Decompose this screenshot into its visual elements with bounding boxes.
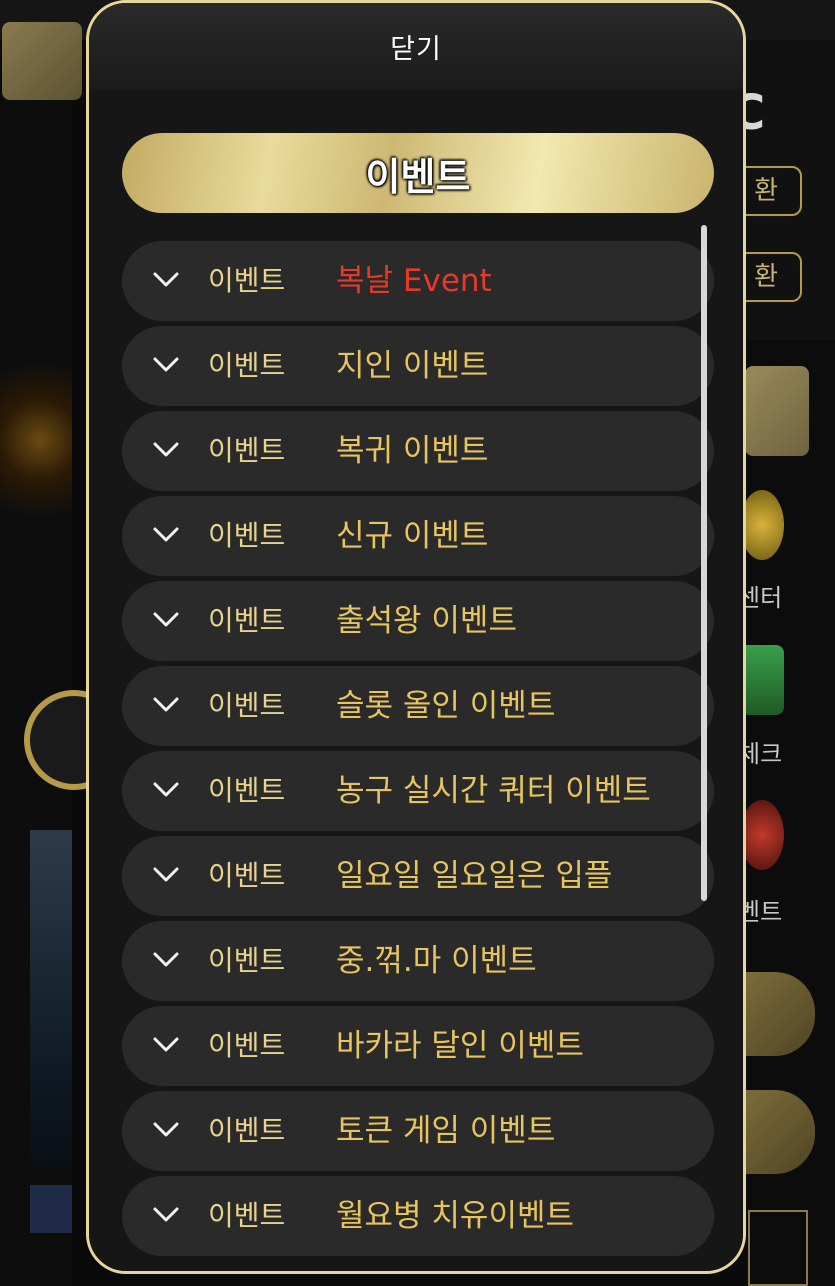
event-title: 지인 이벤트	[336, 348, 489, 384]
modal-body: 이벤트 이벤트 복날 Event 이벤트 지인 이벤트 이벤트 복귀 이벤트 이…	[89, 89, 743, 1271]
chevron-down-icon	[153, 612, 179, 627]
event-item[interactable]: 이벤트 복귀 이벤트	[122, 411, 714, 491]
event-title: 일요일 일요일은 입플	[336, 858, 613, 894]
chevron-down-icon	[153, 867, 179, 882]
event-item[interactable]: 이벤트 일요일 일요일은 입플	[122, 836, 714, 916]
event-category: 이벤트	[208, 519, 286, 552]
title-banner: 이벤트	[122, 133, 714, 213]
background-left-button[interactable]	[2, 22, 82, 100]
event-title: 월요병 치유이벤트	[336, 1198, 575, 1234]
chevron-down-icon	[153, 1122, 179, 1137]
chevron-down-icon	[153, 272, 179, 287]
chevron-down-icon	[153, 1207, 179, 1222]
event-category: 이벤트	[208, 859, 286, 892]
event-title: 토큰 게임 이벤트	[336, 1113, 556, 1149]
chevron-down-icon	[153, 357, 179, 372]
event-title: 신규 이벤트	[336, 518, 489, 554]
close-button[interactable]: 닫기	[390, 27, 442, 66]
event-modal: 닫기 이벤트 이벤트 복날 Event 이벤트 지인 이벤트 이벤트 복귀 이벤…	[86, 0, 746, 1274]
background-right-gold-button[interactable]	[745, 366, 809, 456]
modal-title: 이벤트	[365, 154, 471, 199]
event-item[interactable]: 이벤트 농구 실시간 쿼터 이벤트	[122, 751, 714, 831]
event-category: 이벤트	[208, 604, 286, 637]
modal-header[interactable]: 닫기	[89, 3, 743, 89]
event-item[interactable]: 이벤트 중.꺾.마 이벤트	[122, 921, 714, 1001]
event-category: 이벤트	[208, 349, 286, 382]
event-item[interactable]: 이벤트 바카라 달인 이벤트	[122, 1006, 714, 1086]
event-category: 이벤트	[208, 264, 286, 297]
event-list: 이벤트 복날 Event 이벤트 지인 이벤트 이벤트 복귀 이벤트 이벤트 신…	[122, 241, 714, 1261]
event-title: 농구 실시간 쿼터 이벤트	[336, 773, 651, 809]
event-title: 중.꺾.마 이벤트	[336, 943, 537, 979]
chevron-down-icon	[153, 952, 179, 967]
event-item[interactable]: 이벤트 토큰 게임 이벤트	[122, 1091, 714, 1171]
chevron-down-icon	[153, 1037, 179, 1052]
event-title: 출석왕 이벤트	[336, 603, 517, 639]
background-right-box	[748, 1210, 808, 1286]
event-category: 이벤트	[208, 1114, 286, 1147]
event-title: 슬롯 올인 이벤트	[336, 688, 556, 724]
background-casino-banner	[0, 240, 72, 640]
event-category: 이벤트	[208, 434, 286, 467]
background-center-icon	[740, 490, 784, 560]
event-title: 복날 Event	[336, 263, 492, 299]
event-category: 이벤트	[208, 1029, 286, 1062]
event-item[interactable]: 이벤트 신규 이벤트	[122, 496, 714, 576]
event-title: 복귀 이벤트	[336, 433, 489, 469]
event-category: 이벤트	[208, 689, 286, 722]
scrollbar[interactable]	[701, 225, 707, 901]
chevron-down-icon	[153, 442, 179, 457]
background-event-icon	[740, 800, 784, 870]
event-item[interactable]: 이벤트 슬롯 올인 이벤트	[122, 666, 714, 746]
event-item[interactable]: 이벤트 출석왕 이벤트	[122, 581, 714, 661]
event-title: 바카라 달인 이벤트	[336, 1028, 584, 1064]
event-category: 이벤트	[208, 944, 286, 977]
background-stadium-banner	[30, 830, 72, 1170]
background-check-icon	[740, 645, 784, 715]
event-category: 이벤트	[208, 774, 286, 807]
event-category: 이벤트	[208, 1199, 286, 1232]
chevron-down-icon	[153, 527, 179, 542]
background-thumbnail	[30, 1185, 72, 1233]
chevron-down-icon	[153, 697, 179, 712]
event-item[interactable]: 이벤트 월요병 치유이벤트	[122, 1176, 714, 1256]
chevron-down-icon	[153, 782, 179, 797]
event-item[interactable]: 이벤트 복날 Event	[122, 241, 714, 321]
event-item[interactable]: 이벤트 지인 이벤트	[122, 326, 714, 406]
